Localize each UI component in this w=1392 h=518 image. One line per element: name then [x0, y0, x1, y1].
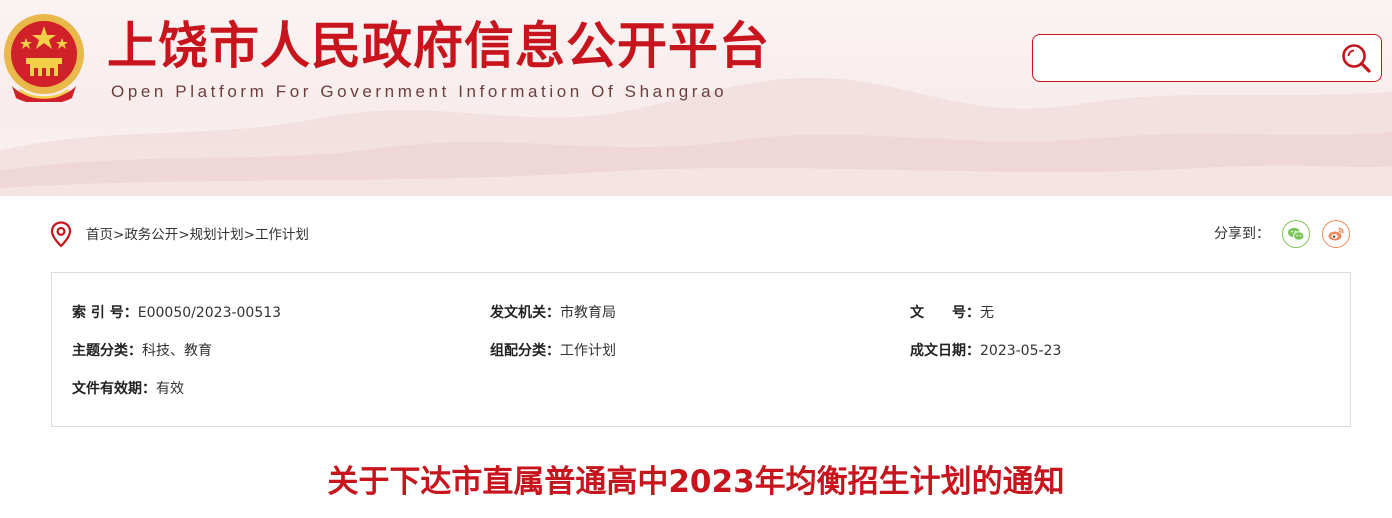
breadcrumb-separator: > — [113, 227, 125, 243]
meta-date-label: 成文日期： — [910, 343, 980, 359]
breadcrumb-separator: > — [178, 227, 190, 243]
national-emblem-icon — [4, 14, 84, 102]
meta-category: 组配分类：工作计划 — [490, 341, 616, 361]
search-icon[interactable] — [1339, 41, 1373, 75]
meta-docno-value: 无 — [980, 305, 994, 321]
weibo-share-button[interactable] — [1322, 220, 1350, 248]
wechat-share-button[interactable] — [1282, 220, 1310, 248]
meta-issuer: 发文机关：市教育局 — [490, 303, 616, 323]
document-metadata-panel: 索 引 号：E00050/2023-00513 发文机关：市教育局 文 号：无 … — [51, 272, 1351, 427]
meta-date: 成文日期：2023-05-23 — [910, 341, 1061, 361]
weibo-icon — [1328, 227, 1344, 241]
breadcrumb: 首页>政务公开>规划计划>工作计划 — [86, 226, 309, 244]
meta-index-label: 索 引 号： — [72, 305, 138, 321]
meta-docno: 文 号：无 — [910, 303, 994, 323]
meta-category-value: 工作计划 — [560, 343, 616, 359]
meta-index-value: E00050/2023-00513 — [137, 305, 282, 321]
meta-index: 索 引 号：E00050/2023-00513 — [72, 303, 281, 323]
search-box — [1032, 34, 1382, 82]
meta-issuer-label: 发文机关： — [490, 305, 560, 321]
meta-docno-label: 文 号： — [910, 305, 980, 321]
search-input[interactable] — [1043, 43, 1327, 75]
meta-topic-value: 科技、教育 — [142, 343, 212, 359]
meta-topic-label: 主题分类： — [72, 343, 142, 359]
site-subtitle: Open Platform For Government Information… — [111, 82, 728, 101]
meta-category-label: 组配分类： — [490, 343, 560, 359]
document-title: 关于下达市直属普通高中2023年均衡招生计划的通知 — [327, 464, 1065, 500]
meta-issuer-value: 市教育局 — [560, 305, 616, 321]
breadcrumb-planning[interactable]: 规划计划 — [190, 227, 244, 243]
location-pin-icon — [50, 221, 72, 248]
breadcrumb-home[interactable]: 首页 — [86, 227, 113, 243]
site-header: 上饶市人民政府信息公开平台 Open Platform For Governme… — [0, 0, 1392, 196]
meta-validity: 文件有效期：有效 — [72, 379, 184, 399]
meta-topic: 主题分类：科技、教育 — [72, 341, 212, 361]
breadcrumb-bar: 首页>政务公开>规划计划>工作计划 分享到： — [50, 220, 1350, 250]
meta-validity-value: 有效 — [156, 381, 184, 397]
wechat-icon — [1288, 227, 1305, 241]
meta-validity-label: 文件有效期： — [72, 381, 156, 397]
breadcrumb-work-plan[interactable]: 工作计划 — [255, 227, 309, 243]
meta-date-value: 2023-05-23 — [980, 343, 1062, 359]
breadcrumb-gov-affairs[interactable]: 政务公开 — [124, 227, 178, 243]
site-title: 上饶市人民政府信息公开平台 — [107, 17, 770, 75]
breadcrumb-separator: > — [243, 227, 255, 243]
share-label: 分享到： — [1214, 226, 1270, 242]
